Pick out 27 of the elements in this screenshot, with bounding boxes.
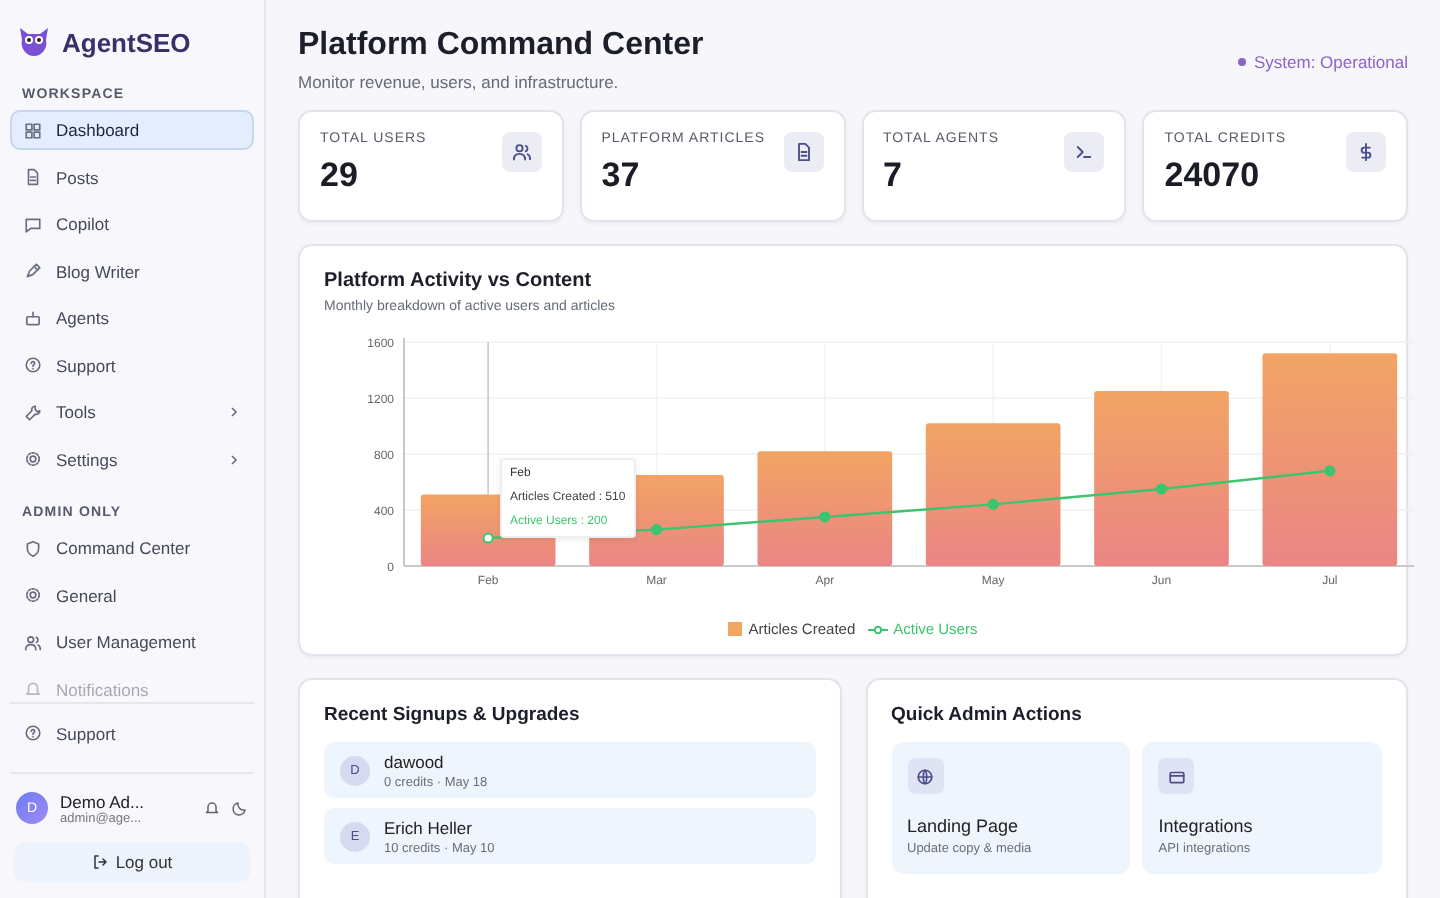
nav-item[interactable]: Copilot	[10, 204, 254, 244]
stat-value: 7	[883, 156, 904, 196]
user-name: Demo Ad...	[60, 791, 147, 811]
nav-item[interactable]: Support	[10, 713, 254, 753]
chart-title: Platform Activity vs Content	[324, 270, 594, 292]
panel-title: Quick Admin Actions	[891, 704, 1084, 726]
user-name: Erich Heller	[384, 817, 474, 837]
logout-button[interactable]: Log out	[14, 842, 250, 882]
stat-value: 29	[320, 156, 360, 196]
system-status: System: Operational	[1253, 52, 1408, 72]
brand-name: AgentSEO	[62, 27, 191, 57]
nav-item[interactable]: Blog Writer	[10, 251, 254, 291]
page-title: Platform Command Center	[298, 28, 704, 64]
nav-item[interactable]: Settings	[10, 439, 254, 479]
page-subtitle: Monitor revenue, users, and infrastructure.	[298, 72, 621, 92]
stat-value: 24070	[1164, 156, 1262, 196]
nav-item[interactable]: Posts	[10, 157, 254, 197]
stat-value: 37	[601, 156, 642, 196]
nav-item[interactable]: User Management	[10, 622, 254, 662]
nav-item[interactable]: General	[10, 575, 254, 615]
panel-title: Recent Signups & Upgrades	[324, 704, 582, 726]
nav-item[interactable]: Tools	[10, 392, 254, 432]
nav-item[interactable]: Command Center	[10, 528, 254, 568]
nav-item[interactable]: Support	[10, 345, 254, 385]
user-name: dawood	[384, 751, 446, 771]
nav-item[interactable]: Agents	[10, 298, 254, 338]
nav-item[interactable]: Dashboard	[10, 110, 254, 150]
